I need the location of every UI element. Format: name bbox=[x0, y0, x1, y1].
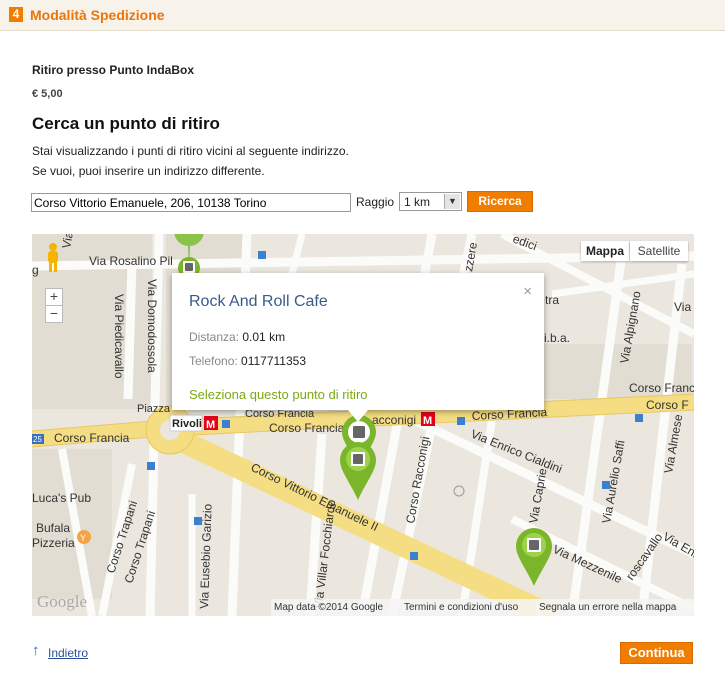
radius-select[interactable]: 1 km ▼ bbox=[399, 192, 462, 211]
street-view-pegman-icon[interactable] bbox=[45, 243, 61, 275]
map[interactable]: Via Rosalino Pil Via Domodossola Via Pie… bbox=[32, 234, 694, 616]
street-label: Piazza bbox=[137, 403, 171, 415]
info-line-1: Stai visualizzando i punti di ritiro vic… bbox=[32, 144, 349, 158]
info-line-2: Se vuoi, puoi inserire un indirizzo diff… bbox=[32, 164, 265, 178]
svg-text:25: 25 bbox=[33, 435, 42, 444]
street-label: Via Domodossola bbox=[145, 279, 159, 373]
svg-text:Y: Y bbox=[80, 533, 86, 543]
continue-button[interactable]: Continua bbox=[620, 642, 693, 664]
street-label: Via Enri bbox=[661, 529, 695, 562]
select-pickup-point-link[interactable]: Seleziona questo punto di ritiro bbox=[189, 387, 368, 402]
street-label: Via Rosalino Pil bbox=[89, 254, 173, 268]
phone-label: Telefono: bbox=[189, 354, 238, 368]
street-label: Via Mezzenile bbox=[551, 542, 625, 586]
shipping-price: € 5,00 bbox=[32, 88, 63, 100]
step-number: 4 bbox=[9, 7, 23, 22]
pickup-marker[interactable] bbox=[340, 442, 376, 500]
poi-label: Bufala bbox=[36, 521, 70, 535]
street-label: Corso Francia bbox=[269, 421, 345, 435]
zoom-out-button[interactable]: − bbox=[45, 305, 63, 323]
search-title: Cerca un punto di ritiro bbox=[32, 114, 220, 133]
map-type-map-button[interactable]: Mappa bbox=[581, 241, 629, 261]
phone-value: 0117711353 bbox=[241, 354, 307, 368]
report-error-link[interactable]: Segnala un errore nella mappa bbox=[536, 599, 694, 616]
street-label: g bbox=[32, 263, 39, 277]
metro-station-label: Rivoli bbox=[172, 418, 202, 430]
poi-label: Luca's Pub bbox=[32, 491, 91, 505]
street-label: Corso F bbox=[646, 398, 689, 412]
back-link[interactable]: Indietro bbox=[48, 646, 88, 660]
radius-value: 1 km bbox=[404, 195, 431, 209]
radius-label: Raggio bbox=[356, 195, 395, 209]
pickup-point-name: Rock And Roll Cafe bbox=[189, 293, 328, 310]
svg-text:M: M bbox=[206, 419, 215, 431]
street-label: Via Piedicavallo bbox=[112, 294, 126, 379]
distance-label: Distanza: bbox=[189, 330, 240, 344]
svg-text:M: M bbox=[423, 415, 432, 427]
shipping-method-title: Ritiro presso Punto IndaBox bbox=[32, 63, 195, 77]
map-type-satellite-button[interactable]: Satellite bbox=[630, 241, 688, 261]
street-label: Corso Franc bbox=[629, 381, 694, 395]
distance-value: 0.01 km bbox=[242, 330, 286, 344]
phone-row: Telefono: 0117711353 bbox=[189, 354, 306, 368]
distance-row: Distanza: 0.01 km bbox=[189, 330, 285, 344]
poi-label: Pizzeria bbox=[32, 536, 75, 550]
info-window: × Rock And Roll Cafe Distanza: 0.01 km T… bbox=[172, 273, 544, 410]
poi-label: i.b.a. bbox=[544, 331, 570, 345]
street-label: Corso Racconigi bbox=[403, 435, 432, 524]
street-label: zzere bbox=[461, 241, 480, 273]
search-button[interactable]: Ricerca bbox=[467, 191, 533, 212]
street-label: tra bbox=[545, 293, 559, 307]
arrow-up-icon: ↑ bbox=[32, 642, 40, 659]
info-window-pointer bbox=[348, 410, 368, 422]
street-label: Via bbox=[674, 300, 691, 314]
map-attribution: Map data ©2014 Google bbox=[271, 599, 406, 616]
close-icon[interactable]: × bbox=[523, 283, 532, 300]
street-label: Corso Francia bbox=[54, 431, 130, 445]
pickup-marker[interactable] bbox=[516, 528, 552, 586]
zoom-in-button[interactable]: + bbox=[45, 288, 63, 306]
address-input[interactable] bbox=[31, 193, 351, 212]
google-logo: Google bbox=[37, 592, 87, 611]
step-title: Modalità Spedizione bbox=[30, 7, 165, 23]
chevron-down-icon: ▼ bbox=[444, 194, 460, 209]
step-header: 4 Modalità Spedizione bbox=[0, 0, 725, 31]
terms-link[interactable]: Termini e condizioni d'uso bbox=[401, 599, 541, 616]
street-label: acconigi bbox=[372, 413, 416, 427]
